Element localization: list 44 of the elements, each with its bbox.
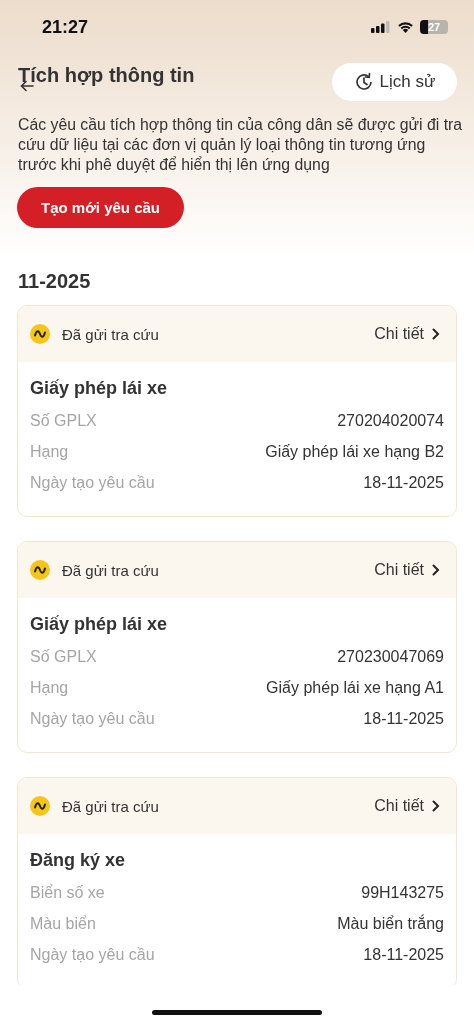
chevron-right-icon — [432, 800, 440, 812]
status-label: Đã gửi tra cứu — [62, 325, 159, 343]
field-value: 270204020074 — [337, 411, 444, 430]
back-arrow-icon[interactable] — [20, 80, 34, 92]
history-button[interactable]: Lịch sử — [332, 63, 457, 101]
field-label: Ngày tạo yêu cầu — [30, 473, 155, 492]
status-wave-icon — [30, 324, 50, 344]
field-value: Màu biển trắng — [337, 914, 444, 933]
field-value: 99H143275 — [361, 883, 444, 902]
field-label: Hạng — [30, 678, 69, 697]
detail-link[interactable]: Chi tiết — [374, 325, 440, 343]
detail-link[interactable]: Chi tiết — [374, 797, 440, 815]
chevron-right-icon — [432, 564, 440, 576]
card-title: Đăng ký xe — [30, 850, 127, 871]
battery-icon: 27 — [420, 20, 448, 34]
field-label: Ngày tạo yêu cầu — [30, 709, 155, 728]
signal-icon — [371, 21, 391, 33]
detail-link[interactable]: Chi tiết — [374, 561, 440, 579]
field-label: Biển số xe — [30, 883, 105, 902]
field-label: Ngày tạo yêu cầu — [30, 945, 155, 964]
status-label: Đã gửi tra cứu — [62, 561, 159, 579]
chevron-right-icon — [432, 328, 440, 340]
field-label: Hạng — [30, 442, 69, 461]
status-wave-icon — [30, 560, 50, 580]
status-time: 21:27 — [42, 16, 89, 38]
field-value: 270230047069 — [337, 647, 444, 666]
card-title: Giấy phép lái xe — [30, 614, 169, 635]
field-value: Giấy phép lái xe hạng A1 — [266, 678, 444, 697]
card-title: Giấy phép lái xe — [30, 378, 169, 399]
create-request-button[interactable]: Tạo mới yêu cầu — [17, 187, 185, 228]
field-value: 18-11-2025 — [363, 945, 444, 964]
field-value: 18-11-2025 — [363, 709, 444, 728]
wifi-icon — [397, 21, 414, 33]
field-label: Số GPLX — [30, 647, 97, 666]
field-value: 18-11-2025 — [363, 473, 444, 492]
page-title: Tích hợp thông tin — [18, 64, 195, 86]
field-label: Màu biển — [30, 914, 96, 933]
description-text: Các yêu cầu tích hợp thông tin của công dân sẽ được gửi đi tra cứu dữ liệu tại các đơn vị quản lý loại thông tin tương ứng trước khi phê duyệt để hiển thị lên ứng dụng — [18, 115, 464, 175]
status-label: Đã gửi tra cứu — [62, 797, 159, 815]
month-heading: 11-2025 — [18, 270, 92, 293]
history-icon — [353, 72, 374, 92]
status-wave-icon — [30, 796, 50, 816]
field-label: Số GPLX — [30, 411, 97, 430]
field-value: Giấy phép lái xe hạng B2 — [265, 442, 444, 461]
